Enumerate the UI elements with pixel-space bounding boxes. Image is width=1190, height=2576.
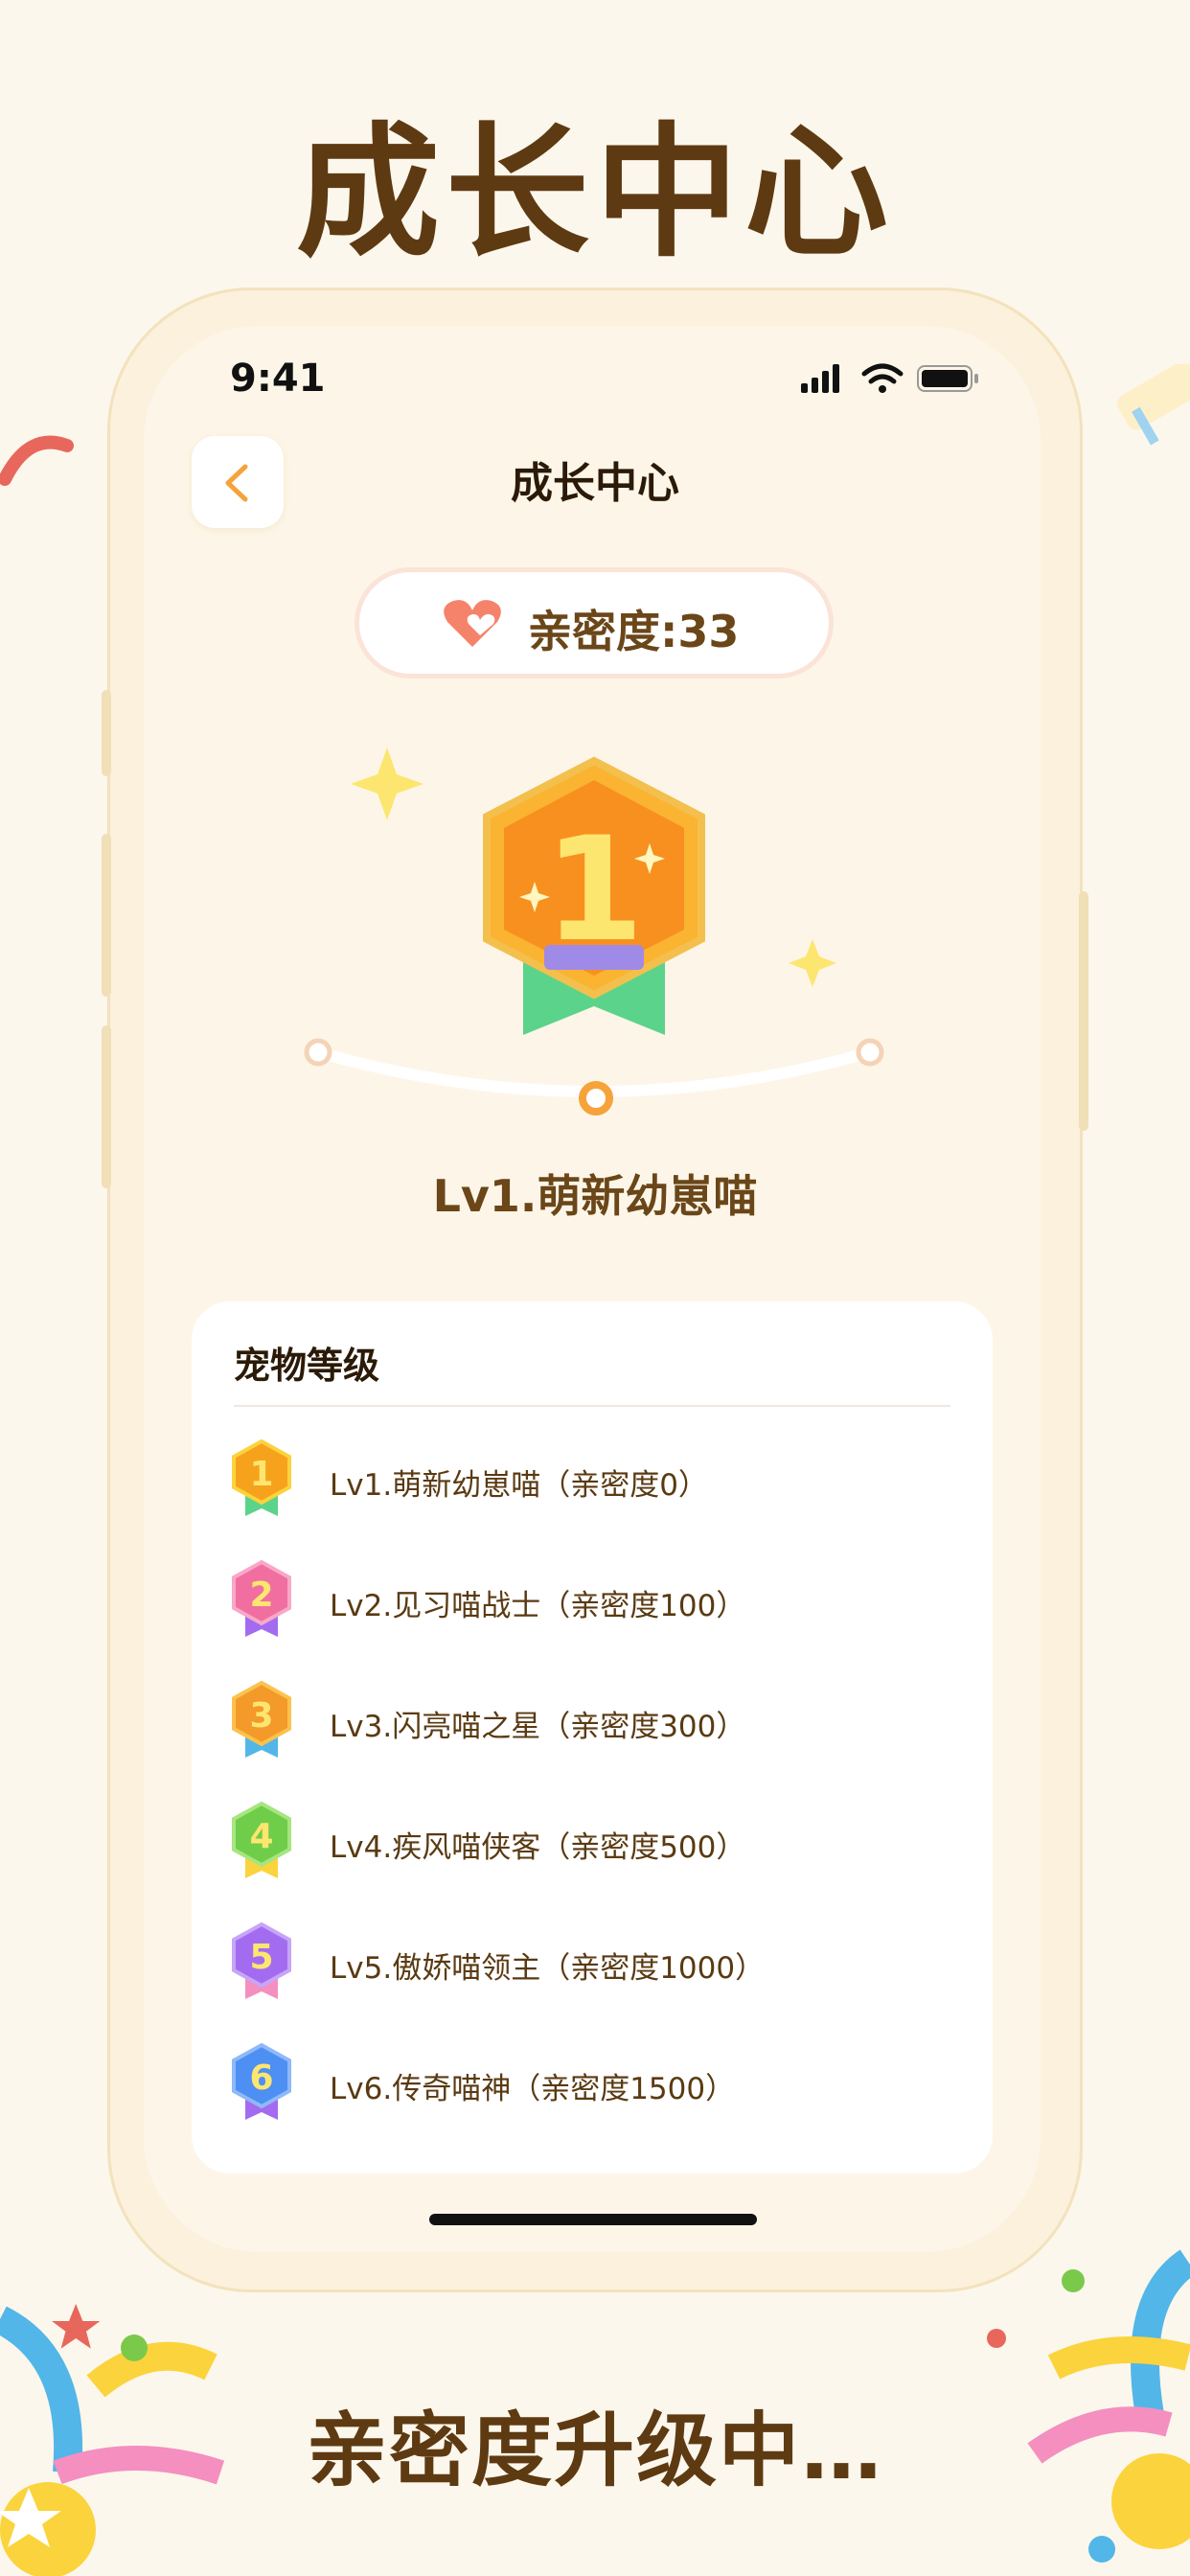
wifi-icon <box>861 363 904 393</box>
pet-level-card: 宠物等级 1 Lv1.萌新幼崽喵（亲密度0） 2 Lv2.见习喵战士（亲密度10… <box>192 1301 993 2174</box>
battery-icon <box>917 365 978 392</box>
svg-text:5: 5 <box>249 1938 273 1977</box>
svg-text:6: 6 <box>249 2058 273 2098</box>
decoration-top-right <box>1117 364 1190 446</box>
list-item: 6 Lv6.传奇喵神（亲密度1500） <box>228 2041 956 2128</box>
list-item: 3 Lv3.闪亮喵之星（亲密度300） <box>228 1679 956 1765</box>
level-4-badge-icon: 4 <box>232 1801 291 1878</box>
divider <box>234 1405 950 1407</box>
intimacy-label: 亲密度:33 <box>528 606 740 657</box>
nav-title: 成长中心 <box>511 459 679 508</box>
list-item: 5 Lv5.傲娇喵领主（亲密度1000） <box>228 1920 956 2007</box>
list-item: 4 Lv4.疾风喵侠客（亲密度500） <box>228 1800 956 1886</box>
svg-text:2: 2 <box>249 1576 273 1615</box>
svg-text:1: 1 <box>249 1455 273 1494</box>
heart-icon <box>444 600 501 647</box>
progress-indicator <box>579 1081 613 1116</box>
level-3-badge-icon: 3 <box>232 1680 291 1758</box>
level-label: Lv5.傲娇喵领主（亲密度1000） <box>330 1951 766 1986</box>
footer-slogan: 亲密度升级中… <box>306 2404 883 2497</box>
card-title: 宠物等级 <box>234 1345 380 1387</box>
side-button <box>102 690 111 776</box>
sparkle-icon <box>351 748 423 820</box>
badge-number: 1 <box>544 807 644 974</box>
intimacy-pill: 亲密度:33 <box>355 567 834 678</box>
level-label: Lv4.疾风喵侠客（亲密度500） <box>330 1830 746 1865</box>
status-icons <box>801 363 978 393</box>
level-5-badge-icon: 5 <box>232 1921 291 1999</box>
home-indicator[interactable] <box>429 2214 757 2225</box>
level-6-badge-icon: 6 <box>232 2042 291 2120</box>
level-label: Lv2.见习喵战士（亲密度100） <box>330 1589 746 1623</box>
list-item: 2 Lv2.见习喵战士（亲密度100） <box>228 1558 956 1644</box>
page-headline: 成长中心 <box>295 110 894 277</box>
level-label: Lv3.闪亮喵之星（亲密度300） <box>330 1710 746 1744</box>
level-1-badge-icon: 1 <box>232 1438 291 1516</box>
sparkle-icon <box>789 939 836 987</box>
signal-icon <box>801 364 839 393</box>
level-label: Lv6.传奇喵神（亲密度1500） <box>330 2072 736 2106</box>
level-label: Lv1.萌新幼崽喵（亲密度0） <box>330 1468 708 1503</box>
side-button <box>102 834 111 997</box>
level-2-badge-icon: 2 <box>232 1559 291 1637</box>
current-level-title: Lv1.萌新幼崽喵 <box>432 1170 758 1222</box>
list-item: 1 Lv1.萌新幼崽喵（亲密度0） <box>228 1438 956 1524</box>
svg-text:4: 4 <box>249 1817 273 1856</box>
level-badge: 1 <box>304 748 884 1116</box>
svg-text:3: 3 <box>249 1696 273 1736</box>
side-button <box>1079 891 1088 1131</box>
status-time: 9:41 <box>230 356 326 401</box>
